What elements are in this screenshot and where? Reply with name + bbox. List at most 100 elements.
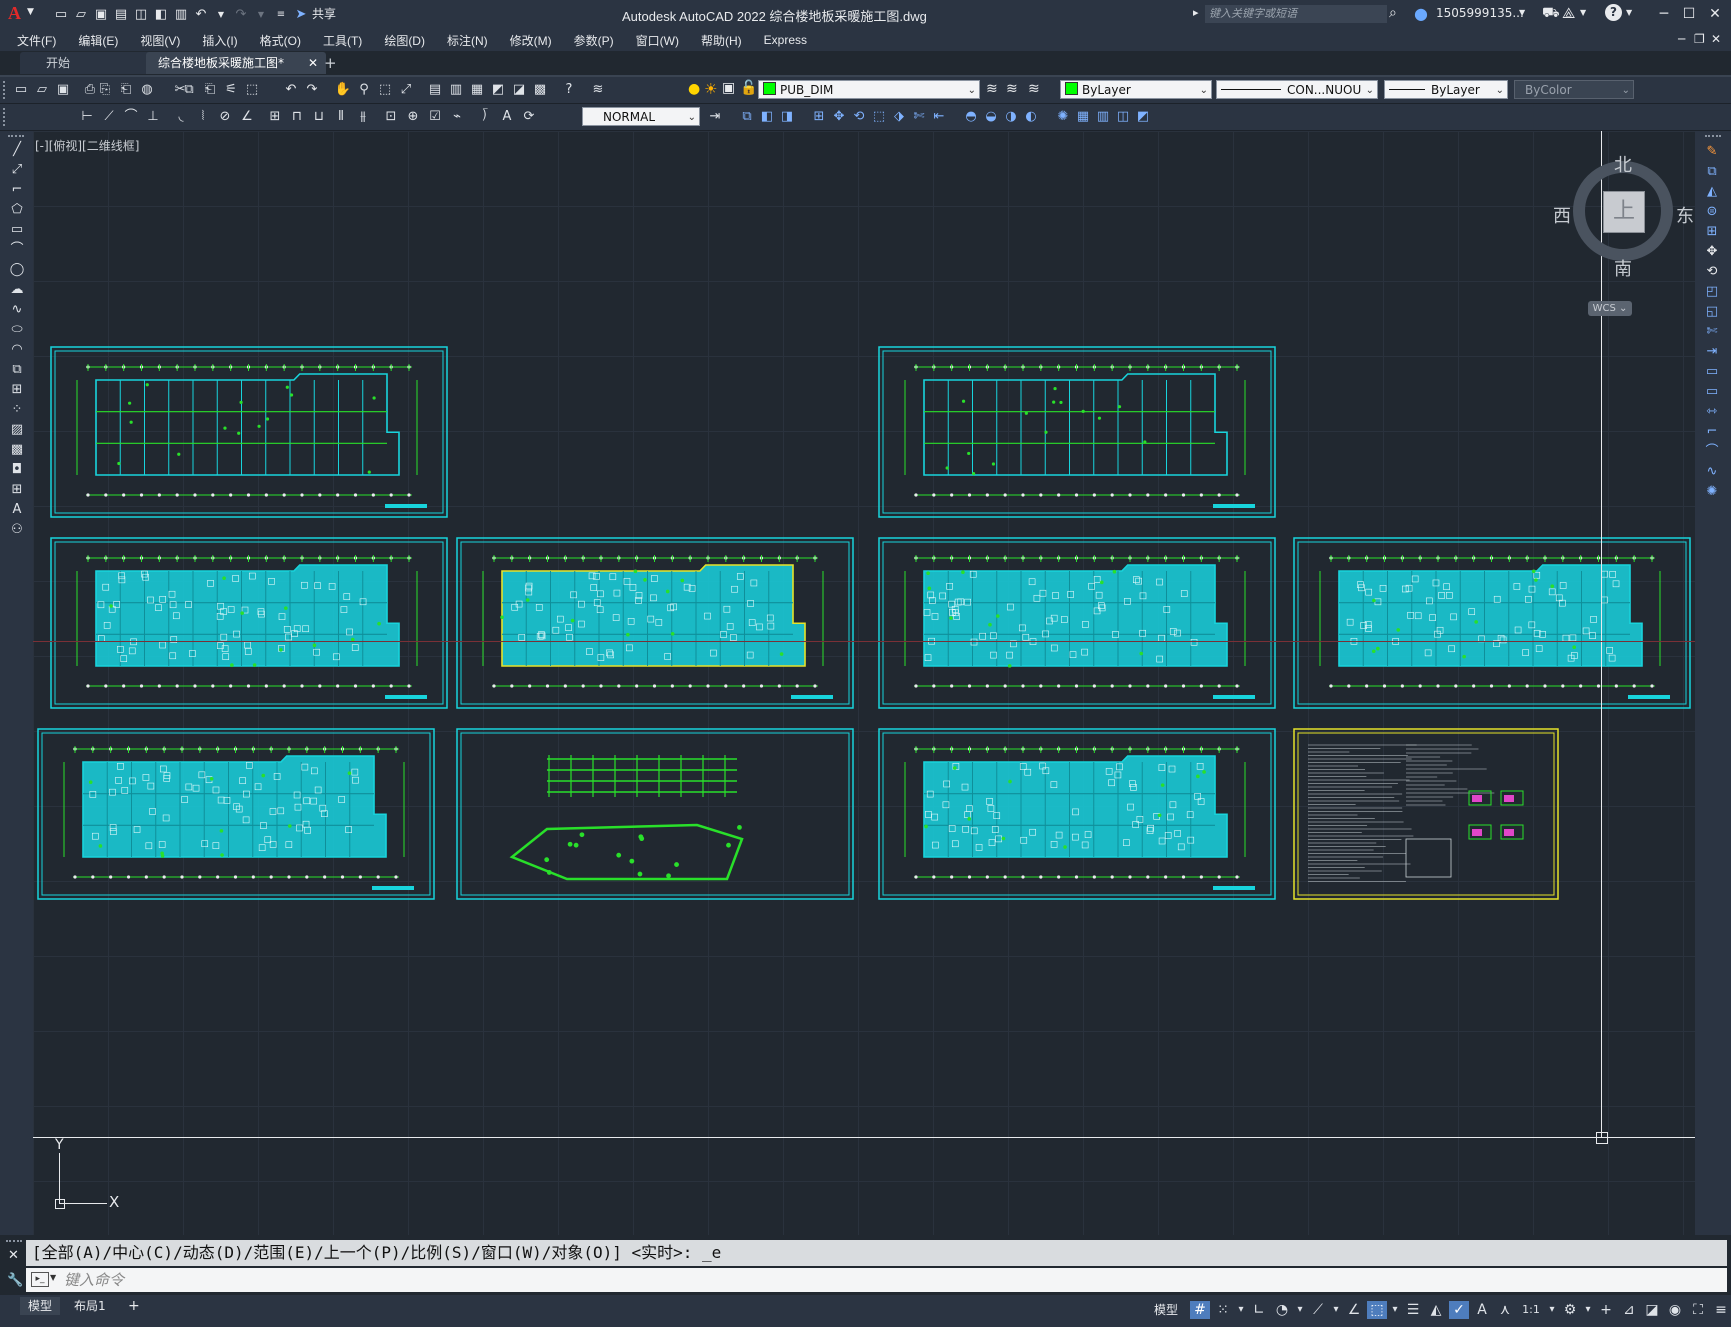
rectangle-icon[interactable]: ▭ — [8, 221, 26, 239]
line-icon[interactable]: ╱ — [8, 141, 26, 159]
rotate-icon[interactable]: ⟲ — [850, 108, 868, 126]
autodesk-apps-icon[interactable]: ⟁ — [1562, 4, 1575, 22]
undo-dropdown-icon[interactable]: ▼ — [212, 5, 230, 23]
viewcube[interactable]: 上 北 南 西 东 — [1553, 151, 1694, 301]
menu-dimension[interactable]: 标注(N) — [436, 32, 499, 49]
color-dropdown[interactable]: ByLayer ⌄ — [1060, 80, 1212, 99]
open-icon[interactable]: ▱ — [33, 81, 51, 99]
redo-icon[interactable]: ↷ — [232, 5, 250, 23]
stretch-icon-2[interactable]: ◱ — [1703, 303, 1721, 321]
quick-dim-icon[interactable]: ⊞ — [266, 108, 284, 126]
app-logo[interactable]: A — [8, 3, 26, 25]
layer-lock-icon[interactable]: 🔓 — [740, 80, 757, 96]
selection-cycling-icon[interactable]: ✓ — [1449, 1301, 1469, 1319]
menu-format[interactable]: 格式(O) — [249, 32, 312, 49]
toolbar-grip[interactable] — [3, 81, 8, 99]
polar-dropdown-icon[interactable]: ▾ — [1295, 1301, 1305, 1319]
scale-icon-2[interactable]: ◰ — [1703, 283, 1721, 301]
ellipse-icon[interactable]: ⬭ — [8, 321, 26, 339]
redo-icon-2[interactable]: ↷ — [303, 81, 321, 99]
calculator-icon[interactable]: ▩ — [531, 81, 549, 99]
isodraft-dropdown-icon[interactable]: ▾ — [1331, 1301, 1341, 1319]
minimize-icon[interactable]: ─ — [1653, 4, 1675, 24]
plot-preview-icon[interactable]: ⎘ — [96, 81, 114, 99]
auto-scale-icon[interactable]: ⋏ — [1495, 1301, 1515, 1319]
cart-icon[interactable]: ⛟ — [1542, 5, 1560, 23]
toolbar-grip[interactable] — [3, 108, 8, 126]
group-select-icon[interactable]: ◩ — [1134, 108, 1152, 126]
table-icon[interactable]: ⊞ — [8, 481, 26, 499]
menu-modify[interactable]: 修改(M) — [499, 32, 563, 49]
rotate-icon-2[interactable]: ⟲ — [1703, 263, 1721, 281]
osnap-icon[interactable]: ⬚ — [1367, 1301, 1387, 1319]
zoom-previous-icon[interactable]: ⤢ — [397, 81, 415, 99]
tab-start[interactable]: 开始 — [20, 52, 152, 74]
explode-icon[interactable]: ✺ — [1054, 108, 1072, 126]
menu-tools[interactable]: 工具(T) — [312, 32, 373, 49]
close-icon[interactable]: ✕ — [1704, 4, 1726, 24]
tool-palettes-icon[interactable]: ▦ — [468, 81, 486, 99]
search-expand-icon[interactable]: ▸ — [1193, 6, 1199, 19]
polyline-icon[interactable]: ⌐ — [8, 181, 26, 199]
dimstyle-dropdown[interactable]: NORMAL ⌄ — [582, 107, 700, 126]
markup-icon[interactable]: ◪ — [510, 81, 528, 99]
viewcube-west[interactable]: 西 — [1553, 202, 1571, 228]
make-object-layer-current-icon[interactable]: ≋ — [986, 81, 998, 97]
ellipse-arc-icon[interactable]: ◠ — [8, 341, 26, 359]
layer-states-icon[interactable]: ≋ — [1028, 81, 1040, 97]
region-icon[interactable]: ◘ — [8, 461, 26, 479]
menu-edit[interactable]: 编辑(E) — [67, 32, 129, 49]
jogged-linear-icon[interactable]: ⌁ — [448, 108, 466, 126]
plotstyle-dropdown[interactable]: ByColor ⌄ — [1514, 80, 1634, 99]
command-line-grip[interactable] — [6, 1240, 22, 1246]
dim-text-edit-icon[interactable]: A — [498, 108, 516, 126]
undo-icon[interactable]: ↶ — [192, 5, 210, 23]
hatch-icon[interactable]: ▨ — [8, 421, 26, 439]
arc-icon[interactable]: ⌒ — [8, 241, 26, 259]
insert-block-icon[interactable]: ⧉ — [8, 361, 26, 379]
menu-draw[interactable]: 绘图(D) — [373, 32, 436, 49]
lineweight-dropdown[interactable]: ByLayer ⌄ — [1384, 80, 1508, 99]
snap-dropdown-icon[interactable]: ▾ — [1236, 1301, 1246, 1319]
layer-viewport-icon[interactable]: ▣ — [722, 80, 735, 96]
apps-dropdown-icon[interactable]: ▼ — [1580, 8, 1586, 17]
drawing-canvas[interactable]: [-][俯视][二维线框] 上 北 南 西 东 WCS ⌄ Y X — [33, 131, 1695, 1235]
angular-dim-icon[interactable]: ∠ — [238, 108, 256, 126]
model-space-button[interactable]: 模型 — [1154, 1301, 1178, 1318]
menu-view[interactable]: 视图(V) — [129, 32, 191, 49]
osnap-tracking-icon[interactable]: ∠ — [1344, 1301, 1364, 1319]
layer-previous-icon[interactable]: ≋ — [1006, 81, 1018, 97]
aligned-dim-icon[interactable]: ⟋ — [100, 108, 118, 126]
new-tab-icon[interactable]: + — [318, 52, 344, 74]
diameter-dim-icon[interactable]: ⊘ — [216, 108, 234, 126]
linetype-dropdown[interactable]: CON...NUOU ⌄ — [1216, 80, 1378, 99]
tab-model[interactable]: 模型 — [20, 1297, 61, 1315]
construction-line-icon[interactable]: ⤢ — [8, 161, 26, 179]
user-account-label[interactable]: 1505999135... — [1436, 6, 1524, 20]
dim-space-icon[interactable]: ⫴ — [332, 108, 350, 126]
trim-icon[interactable]: ✄ — [910, 108, 928, 126]
annotation-scale-label[interactable]: 1:1 — [1518, 1301, 1544, 1319]
center-mark-icon[interactable]: ⊕ — [404, 108, 422, 126]
dim-style-icon[interactable]: ⇥ — [706, 108, 724, 126]
tab-close-icon[interactable]: ✕ — [308, 52, 318, 74]
command-customize-icon[interactable]: 🔧 — [7, 1273, 23, 1288]
extend-icon-2[interactable]: ⇥ — [1703, 343, 1721, 361]
fillet-icon-2[interactable]: ⌒ — [1703, 443, 1721, 461]
radius-dim-icon[interactable]: ◟ — [172, 108, 190, 126]
tab-layout1[interactable]: 布局1 — [66, 1297, 114, 1315]
help-icon[interactable]: ? — [1605, 4, 1622, 21]
qnew-icon[interactable]: ▭ — [12, 81, 30, 99]
move-icon[interactable]: ✥ — [830, 108, 848, 126]
osnap-dropdown-icon[interactable]: ▾ — [1390, 1301, 1400, 1319]
offset-icon[interactable]: ◨ — [778, 108, 796, 126]
polygon-icon[interactable]: ⬠ — [8, 201, 26, 219]
offset-icon-2[interactable]: ⊜ — [1703, 203, 1721, 221]
search-icon[interactable]: ⌕ — [1389, 5, 1397, 21]
toolbar-grip[interactable] — [8, 135, 24, 140]
redo-dropdown-icon[interactable]: ▼ — [252, 5, 270, 23]
user-icon[interactable]: ● — [1414, 4, 1428, 23]
paste-icon[interactable]: ⎗ — [201, 81, 219, 99]
save-icon[interactable]: ▣ — [92, 5, 110, 23]
isolate-objects-icon[interactable]: ◉ — [1665, 1301, 1685, 1319]
